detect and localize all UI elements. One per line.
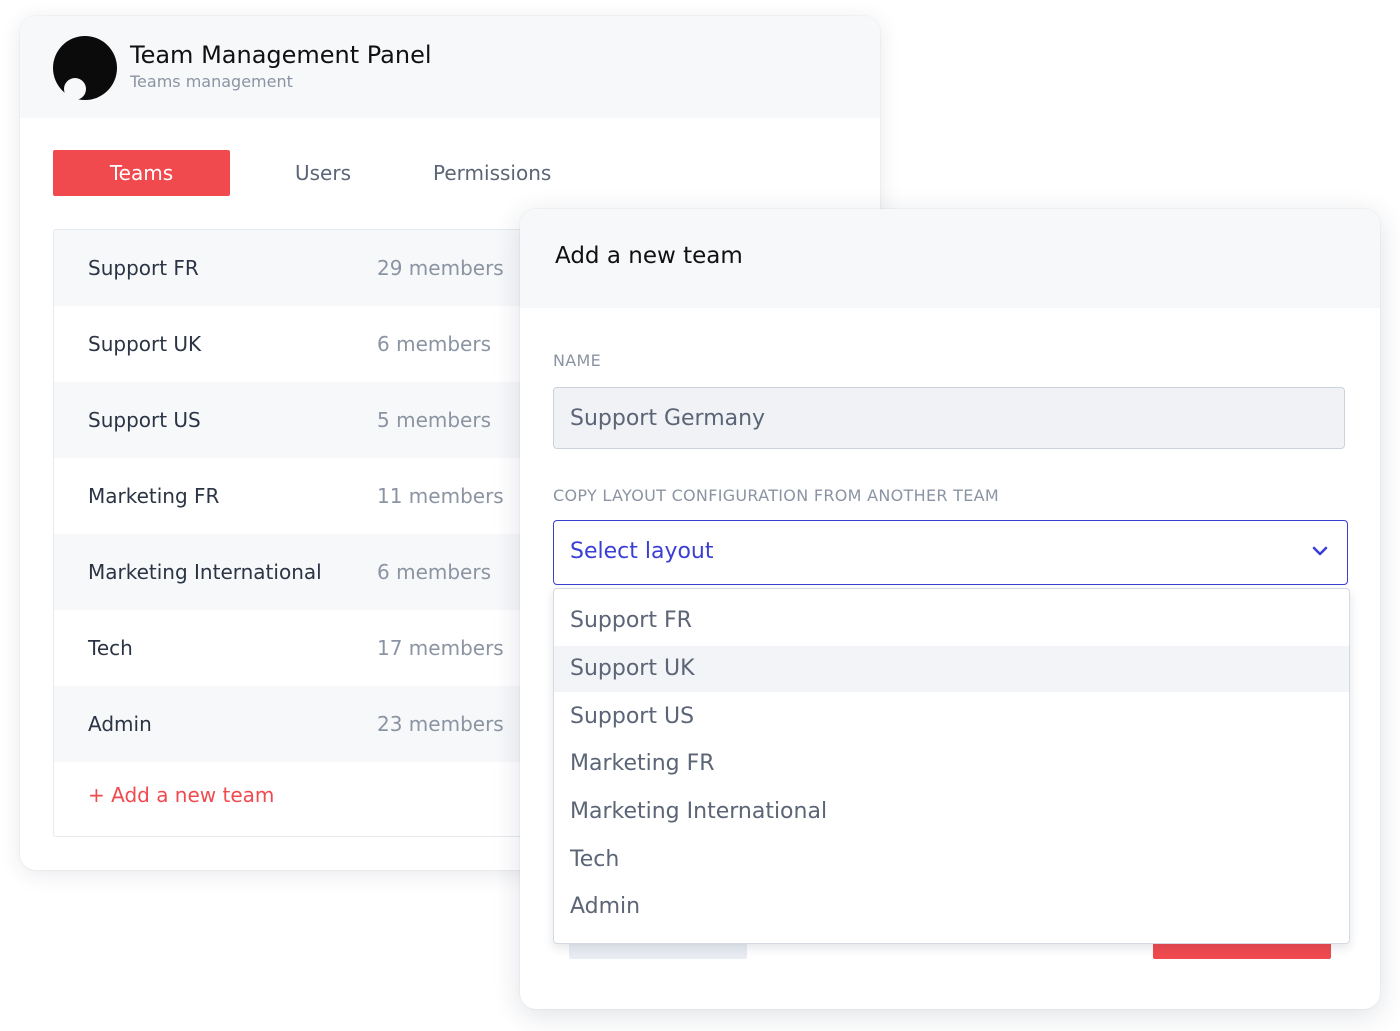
team-name: Support US — [88, 408, 201, 432]
team-member-count: 11 members — [377, 484, 504, 508]
team-member-count: 17 members — [377, 636, 504, 660]
layout-option-support-uk[interactable]: Support UK — [554, 646, 1349, 692]
team-list: Support FR 29 members Support UK 6 membe… — [53, 229, 575, 837]
team-row[interactable]: Support FR 29 members — [54, 230, 574, 306]
layout-option-support-fr[interactable]: Support FR — [554, 598, 1349, 644]
team-member-count: 5 members — [377, 408, 491, 432]
layout-option-tech[interactable]: Tech — [554, 837, 1349, 883]
team-row[interactable]: Tech 17 members — [54, 610, 574, 686]
tab-teams[interactable]: Teams — [53, 150, 230, 196]
team-name: Marketing International — [88, 560, 322, 584]
panel-header: Team Management Panel Teams management — [20, 16, 880, 118]
modal-title: Add a new team — [555, 243, 743, 269]
team-member-count: 6 members — [377, 332, 491, 356]
layout-select[interactable]: Select layout — [553, 520, 1348, 585]
tab-permissions[interactable]: Permissions — [433, 150, 551, 196]
team-name: Admin — [88, 712, 152, 736]
team-row[interactable]: Admin 23 members — [54, 686, 574, 762]
copy-layout-label: COPY LAYOUT CONFIGURATION FROM ANOTHER T… — [553, 486, 1000, 505]
team-name: Support FR — [88, 256, 199, 280]
layout-option-marketing-international[interactable]: Marketing International — [554, 789, 1349, 835]
tab-users[interactable]: Users — [295, 150, 351, 196]
page-title: Team Management Panel — [130, 41, 432, 69]
stage: Team Management Panel Teams management T… — [0, 0, 1400, 1031]
add-team-modal: Add a new team NAME COPY LAYOUT CONFIGUR… — [520, 209, 1380, 1009]
team-row[interactable]: Marketing FR 11 members — [54, 458, 574, 534]
team-name: Marketing FR — [88, 484, 220, 508]
moon-logo-icon — [53, 36, 117, 100]
team-member-count: 29 members — [377, 256, 504, 280]
name-field-label: NAME — [553, 351, 602, 370]
team-name: Support UK — [88, 332, 202, 356]
modal-header: Add a new team — [520, 209, 1380, 308]
team-row[interactable]: Support UK 6 members — [54, 306, 574, 382]
layout-select-value: Select layout — [570, 539, 714, 564]
page-subtitle: Teams management — [130, 72, 293, 91]
layout-option-support-us[interactable]: Support US — [554, 694, 1349, 740]
team-name-input[interactable] — [553, 387, 1345, 449]
team-name: Tech — [88, 636, 133, 660]
team-row[interactable]: Marketing International 6 members — [54, 534, 574, 610]
layout-dropdown-menu: Support FR Support UK Support US Marketi… — [553, 588, 1350, 944]
layout-option-admin[interactable]: Admin — [554, 884, 1349, 930]
team-member-count: 6 members — [377, 560, 491, 584]
chevron-down-icon — [1312, 546, 1328, 556]
team-member-count: 23 members — [377, 712, 504, 736]
team-row[interactable]: Support US 5 members — [54, 382, 574, 458]
layout-option-marketing-fr[interactable]: Marketing FR — [554, 741, 1349, 787]
add-team-link[interactable]: + Add a new team — [88, 783, 274, 807]
